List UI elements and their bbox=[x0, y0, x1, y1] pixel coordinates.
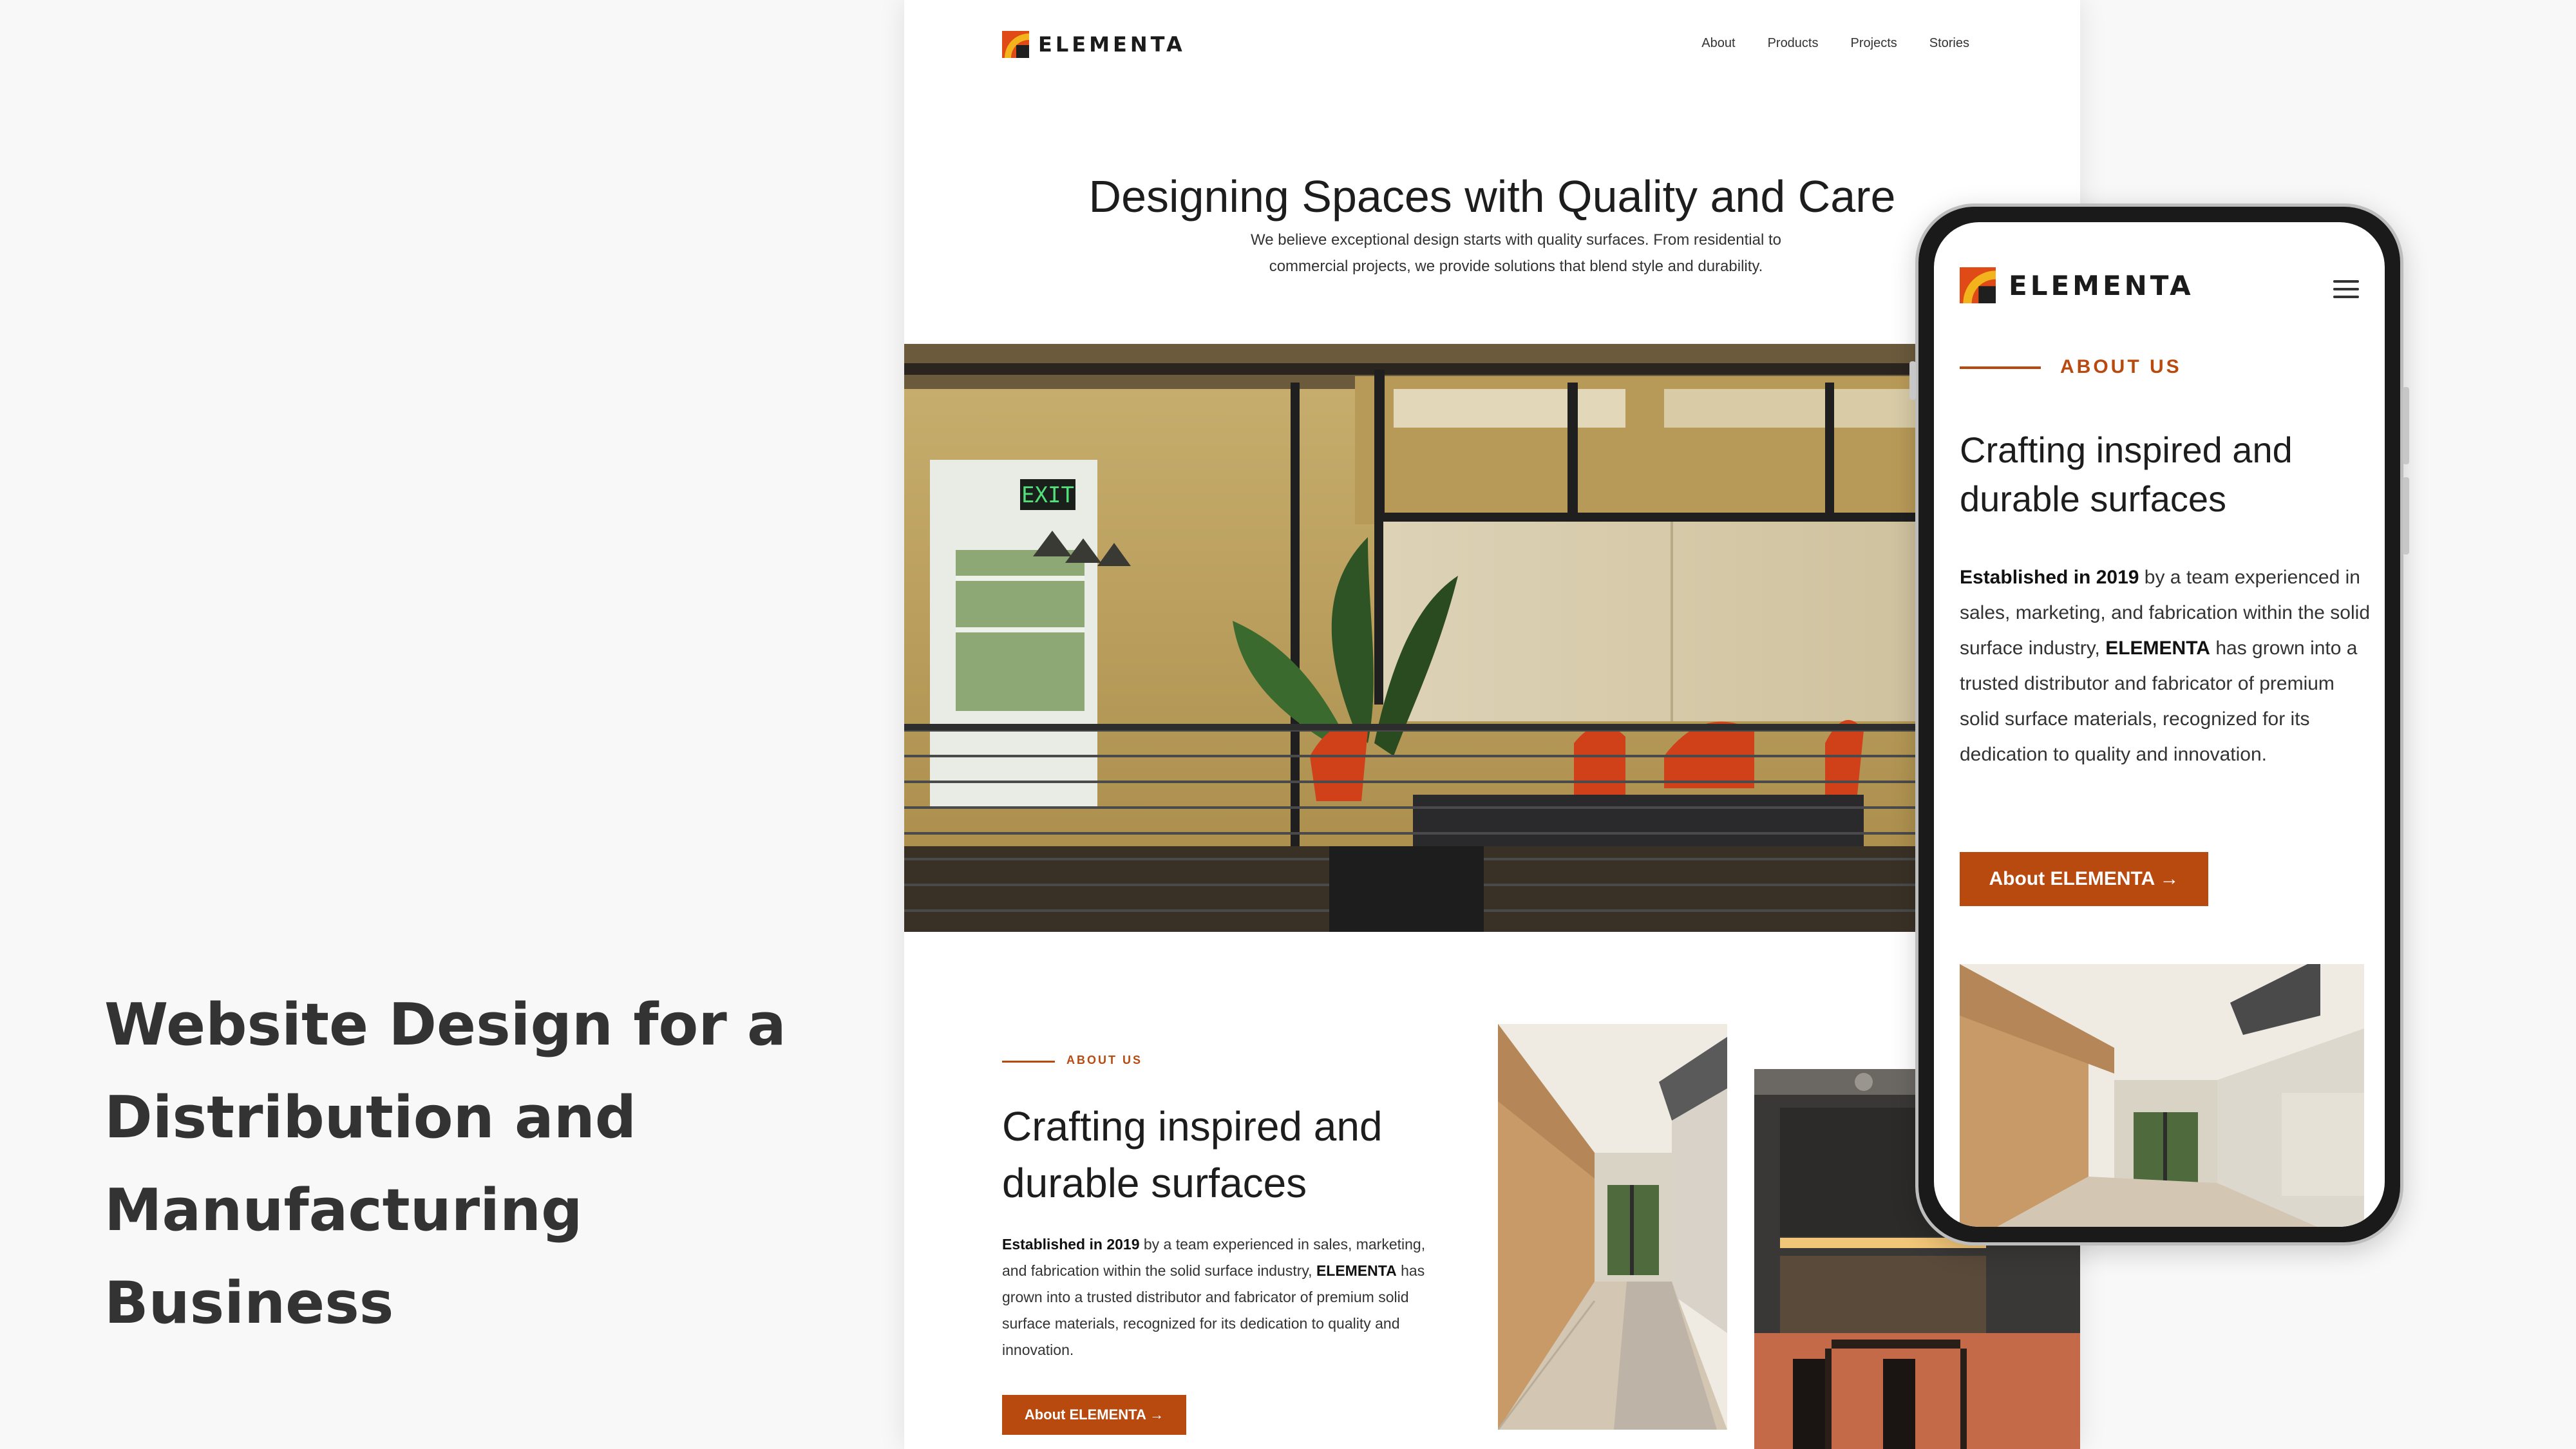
about-elementa-button[interactable]: About ELEMENTA → bbox=[1002, 1395, 1186, 1435]
elementa-logo-icon bbox=[1002, 31, 1029, 58]
exit-sign-text: EXIT bbox=[1021, 482, 1074, 508]
nav-projects[interactable]: Projects bbox=[1851, 36, 1897, 51]
about-title-line: Crafting inspired and bbox=[1960, 430, 2293, 470]
mobile-phone-mockup: ELEMENTA ABOUT US Crafting inspired and … bbox=[1909, 204, 2409, 1245]
caption-line: Website Design for a bbox=[104, 991, 786, 1059]
presentation-caption: Website Design for a Distribution and Ma… bbox=[104, 979, 877, 1350]
about-established: Established in 2019 bbox=[1002, 1236, 1140, 1253]
about-title-line: durable surfaces bbox=[1960, 478, 2227, 519]
about-section-label: ABOUT US bbox=[1066, 1054, 1142, 1066]
about-title-line: Crafting inspired and bbox=[1002, 1103, 1383, 1150]
phone-side-button bbox=[2403, 477, 2409, 554]
about-divider-line bbox=[1002, 1061, 1055, 1063]
phone-side-button bbox=[2403, 387, 2409, 464]
hero-office-photo: EXIT bbox=[904, 344, 2080, 932]
desktop-page-mockup: ELEMENTA About Products Projects Stories… bbox=[904, 0, 2080, 1449]
caption-line: Manufacturing Business bbox=[104, 1177, 583, 1337]
kitchen-photo-light bbox=[1498, 1024, 1727, 1430]
elementa-logo-icon bbox=[1960, 267, 1996, 303]
about-section-label: ABOUT US bbox=[2060, 356, 2182, 377]
about-title-line: durable surfaces bbox=[1002, 1160, 1307, 1206]
hero-description: We believe exceptional design starts wit… bbox=[1188, 227, 1844, 279]
hero-title: Designing Spaces with Quality and Care bbox=[1088, 171, 1896, 222]
about-title: Crafting inspired and durable surfaces bbox=[1960, 426, 2346, 524]
hero-description-line: We believe exceptional design starts wit… bbox=[1251, 231, 1781, 249]
about-elementa-button[interactable]: About ELEMENTA → bbox=[1960, 852, 2208, 906]
caption-line: Distribution and bbox=[104, 1084, 637, 1151]
phone-side-button bbox=[1909, 361, 1916, 400]
about-title: Crafting inspired and durable surfaces bbox=[1002, 1098, 1453, 1211]
hero-description-line: commercial projects, we provide solution… bbox=[1269, 258, 1763, 275]
mobile-screen: ELEMENTA ABOUT US Crafting inspired and … bbox=[1934, 222, 2385, 1227]
brand-name: ELEMENTA bbox=[1038, 32, 1186, 57]
brand-logo[interactable]: ELEMENTA bbox=[1002, 31, 1186, 58]
about-paragraph: Established in 2019 by a team experience… bbox=[1960, 560, 2372, 772]
about-divider-line bbox=[1960, 366, 2041, 369]
about-paragraph: Established in 2019 by a team experience… bbox=[1002, 1231, 1440, 1363]
about-brand-mention: ELEMENTA bbox=[2105, 638, 2210, 659]
about-established: Established in 2019 bbox=[1960, 567, 2139, 588]
hamburger-menu-icon[interactable] bbox=[2333, 280, 2359, 301]
kitchen-photo bbox=[1960, 964, 2364, 1227]
nav-stories[interactable]: Stories bbox=[1929, 36, 1969, 51]
brand-name: ELEMENTA bbox=[2009, 269, 2194, 301]
desktop-navbar: ELEMENTA About Products Projects Stories bbox=[904, 0, 2080, 90]
about-brand-mention: ELEMENTA bbox=[1316, 1262, 1397, 1279]
brand-logo[interactable]: ELEMENTA bbox=[1960, 267, 2194, 303]
desktop-menu: About Products Projects Stories bbox=[1701, 36, 1969, 51]
nav-about[interactable]: About bbox=[1701, 36, 1735, 51]
nav-products[interactable]: Products bbox=[1768, 36, 1819, 51]
